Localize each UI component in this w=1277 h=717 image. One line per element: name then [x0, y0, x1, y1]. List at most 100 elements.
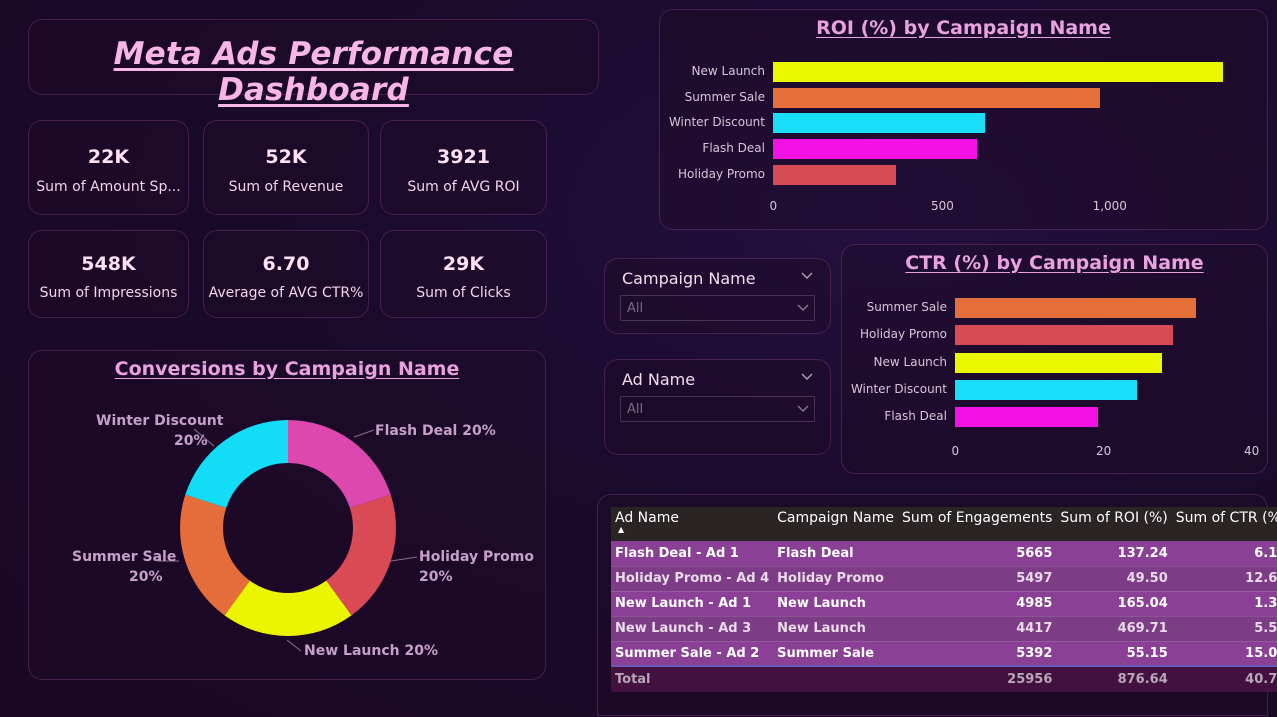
kpi-card-amount-spent[interactable]: 22K Sum of Amount Sp...	[28, 120, 189, 215]
bar-label: Winter Discount	[850, 381, 947, 396]
bar-label: Winter Discount	[668, 115, 765, 130]
cell-total-engagements: 25956	[898, 665, 1057, 692]
kpi-card-avg-roi[interactable]: 3921 Sum of AVG ROI	[380, 120, 547, 215]
donut-label-new-launch: New Launch 20%	[304, 643, 438, 659]
leader-line	[286, 639, 302, 652]
title-card: Meta Ads Performance Dashboard	[28, 19, 599, 108]
axis-tick-label: 0	[951, 444, 960, 458]
cell-ctr: 5.51	[1171, 616, 1277, 642]
leader-line	[390, 556, 418, 562]
bar-summer-sale[interactable]	[773, 87, 1100, 108]
kpi-value: 6.70	[262, 253, 310, 275]
table-total-row: Total 25956 876.64 40.76	[611, 665, 1277, 692]
cell-ad-name: New Launch - Ad 1	[611, 591, 774, 617]
cell-ctr: 12.67	[1171, 566, 1277, 592]
cell-ctr: 6.11	[1171, 541, 1277, 567]
slicer-title: Campaign Name	[622, 269, 756, 288]
kpi-card-impressions[interactable]: 548K Sum of Impressions	[28, 230, 189, 318]
cell-engagements: 5497	[898, 566, 1057, 592]
kpi-card-avg-ctr[interactable]: 6.70 Average of AVG CTR%	[203, 230, 369, 318]
bar-label: Holiday Promo	[678, 166, 765, 181]
table-header-row: Ad Name ▲ Campaign Name Sum of Engagement…	[611, 507, 1277, 541]
cell-total-label: Total	[611, 665, 774, 692]
chevron-down-icon	[797, 405, 809, 412]
bar-label: Summer Sale	[684, 89, 765, 104]
cell-campaign-name: New Launch	[773, 591, 899, 617]
kpi-value: 29K	[442, 253, 485, 275]
cell-roi: 137.24	[1056, 541, 1172, 567]
cell-campaign-name: New Launch	[773, 616, 899, 642]
table-row[interactable]: New Launch - Ad 3 New Launch 4417 469.71…	[611, 616, 1277, 642]
kpi-value: 52K	[265, 146, 307, 168]
kpi-label: Average of AVG CTR%	[208, 285, 364, 301]
ad-name-dropdown[interactable]: All	[620, 396, 815, 422]
ctr-chart-title: CTR (%) by Campaign Name	[905, 252, 1204, 274]
kpi-card-revenue[interactable]: 52K Sum of Revenue	[203, 120, 369, 215]
cell-campaign-name: Flash Deal	[773, 541, 899, 567]
chevron-down-icon[interactable]	[800, 269, 814, 283]
kpi-card-clicks[interactable]: 29K Sum of Clicks	[380, 230, 547, 318]
cell-engagements: 4985	[898, 591, 1057, 617]
cell-roi: 55.15	[1056, 641, 1172, 667]
axis-tick-label: 500	[931, 199, 954, 213]
column-header-ad-name[interactable]: Ad Name ▲	[611, 507, 774, 541]
column-header-roi[interactable]: Sum of ROI (%)	[1056, 507, 1172, 541]
ctr-chart-card[interactable]: CTR (%) by Campaign Name Summer Sale Holi…	[841, 244, 1268, 474]
column-header-engagements[interactable]: Sum of Engagements	[898, 507, 1057, 541]
bar-flash-deal[interactable]	[955, 407, 1098, 428]
cell-ad-name: Flash Deal - Ad 1	[611, 541, 774, 567]
bar-label: New Launch	[873, 354, 947, 369]
bar-holiday-promo[interactable]	[773, 164, 897, 185]
bar-new-launch[interactable]	[955, 352, 1163, 373]
leader-line	[353, 429, 375, 438]
kpi-label: Sum of Clicks	[416, 285, 511, 301]
donut-label-winter-discount-pct: 20%	[174, 433, 208, 449]
cell-engagements: 5392	[898, 641, 1057, 667]
donut-label-flash-deal: Flash Deal 20%	[375, 423, 496, 439]
kpi-label: Sum of Impressions	[39, 285, 178, 301]
bar-holiday-promo[interactable]	[955, 325, 1173, 346]
conversions-donut	[157, 420, 418, 652]
bar-summer-sale[interactable]	[955, 298, 1196, 318]
bar-winter-discount[interactable]	[955, 379, 1138, 400]
axis-tick-label: 1,000	[1092, 199, 1127, 213]
cell-engagements: 4417	[898, 616, 1057, 642]
roi-chart-title: ROI (%) by Campaign Name	[816, 17, 1111, 39]
roi-chart-card[interactable]: ROI (%) by Campaign Name New Launch Summe…	[659, 9, 1268, 230]
bar-winter-discount[interactable]	[773, 113, 986, 134]
donut-label-summer-sale: Summer Sale	[72, 549, 177, 565]
kpi-label: Sum of AVG ROI	[407, 179, 520, 195]
table-row[interactable]: Flash Deal - Ad 1 Flash Deal 5665 137.24…	[611, 541, 1277, 567]
donut-label-summer-sale-pct: 20%	[129, 569, 163, 585]
table-row[interactable]: New Launch - Ad 1 New Launch 4985 165.04…	[611, 591, 1277, 617]
cell-ctr: 15.09	[1171, 641, 1277, 667]
bar-label: Summer Sale	[866, 300, 947, 314]
kpi-value: 548K	[81, 253, 136, 275]
bar-label: Flash Deal	[702, 141, 765, 156]
bar-flash-deal[interactable]	[773, 139, 977, 160]
bar-new-launch[interactable]	[773, 62, 1223, 82]
kpi-label: Sum of Amount Sp...	[36, 179, 181, 195]
donut-label-holiday-promo-pct: 20%	[419, 569, 453, 585]
sort-ascending-icon[interactable]: ▲	[618, 526, 769, 534]
slicer-value: All	[627, 402, 644, 417]
cell-total-ctr: 40.76	[1171, 665, 1277, 692]
table-row[interactable]: Summer Sale - Ad 2 Summer Sale 5392 55.1…	[611, 641, 1277, 667]
slicer-title: Ad Name	[622, 370, 696, 389]
cell-ad-name: Holiday Promo - Ad 4	[611, 566, 774, 592]
table-row[interactable]: Holiday Promo - Ad 4 Holiday Promo 5497 …	[611, 566, 1277, 592]
cell-campaign-name: Holiday Promo	[773, 566, 899, 592]
campaign-name-dropdown[interactable]: All	[620, 295, 815, 321]
column-header-ctr[interactable]: Sum of CTR (%)	[1171, 507, 1277, 541]
ad-name-slicer[interactable]: Ad Name All	[604, 359, 831, 455]
chevron-down-icon[interactable]	[800, 370, 814, 384]
conversions-chart-card[interactable]: Conversions by Campaign Name Flash Deal …	[28, 350, 546, 680]
cell-ctr: 1.38	[1171, 591, 1277, 617]
cell-total-empty	[773, 665, 899, 692]
kpi-label: Sum of Revenue	[228, 179, 344, 195]
campaign-name-slicer[interactable]: Campaign Name All	[604, 258, 831, 334]
ad-performance-table[interactable]: Ad Name ▲ Campaign Name Sum of Engagement…	[611, 507, 1277, 692]
column-header-campaign-name[interactable]: Campaign Name	[773, 507, 899, 541]
donut-label-winter-discount: Winter Discount	[96, 413, 224, 429]
donut-label-holiday-promo: Holiday Promo	[419, 549, 534, 565]
